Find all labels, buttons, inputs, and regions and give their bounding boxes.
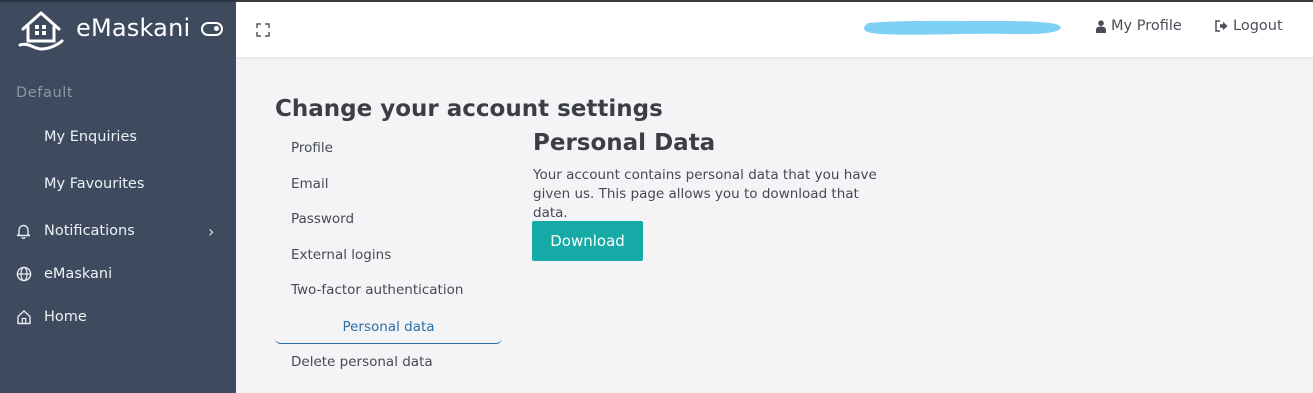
logout-label: Logout <box>1233 18 1283 34</box>
settings-nav-profile[interactable]: Profile <box>275 131 502 165</box>
settings-nav-two-factor[interactable]: Two-factor authentication <box>275 273 502 307</box>
logout-icon <box>1215 20 1228 32</box>
download-button[interactable]: Download <box>532 221 643 261</box>
settings-nav-delete-personal-data[interactable]: Delete personal data <box>275 345 502 379</box>
settings-nav-personal-data[interactable]: Personal data <box>275 310 502 344</box>
sidebar-item-my-enquiries[interactable]: My Enquiries <box>0 117 236 157</box>
sidebar-item-notifications[interactable]: Notifications › <box>0 211 236 251</box>
sidebar-item-label: Notifications <box>44 223 135 239</box>
sidebar-item-label: My Favourites <box>44 176 145 192</box>
redacted-username[interactable] <box>860 17 1064 39</box>
brand-name: eMaskani <box>76 14 191 42</box>
logout-link[interactable]: Logout <box>1215 18 1283 34</box>
bell-icon <box>15 223 32 240</box>
sidebar-item-home[interactable]: Home <box>0 297 236 337</box>
content-description: Your account contains personal data that… <box>533 167 877 221</box>
user-icon <box>1096 19 1106 33</box>
my-profile-link[interactable]: My Profile <box>1096 18 1182 34</box>
sidebar-item-label: eMaskani <box>44 266 113 282</box>
brand[interactable]: eMaskani <box>0 2 236 58</box>
my-profile-label: My Profile <box>1111 18 1182 34</box>
topbar: My Profile Logout <box>236 2 1313 58</box>
toggle-icon[interactable] <box>201 22 223 36</box>
sidebar-section-title: Default <box>16 85 74 101</box>
settings-nav-external-logins[interactable]: External logins <box>275 238 502 272</box>
home-icon <box>15 309 32 326</box>
globe-icon <box>15 266 32 283</box>
sidebar-item-my-favourites[interactable]: My Favourites <box>0 164 236 204</box>
sidebar-item-label: My Enquiries <box>44 129 137 145</box>
settings-nav-password[interactable]: Password <box>275 202 502 236</box>
fullscreen-icon[interactable] <box>256 23 270 37</box>
page-title: Change your account settings <box>275 96 663 122</box>
sidebar-item-label: Home <box>44 309 87 325</box>
house-hand-logo-icon <box>18 11 64 51</box>
sidebar-item-emaskani[interactable]: eMaskani <box>0 254 236 294</box>
chevron-right-icon: › <box>208 221 215 241</box>
settings-nav-email[interactable]: Email <box>275 167 502 201</box>
content-title: Personal Data <box>533 130 716 156</box>
sidebar: eMaskani Default My Enquiries My Favouri… <box>0 0 236 393</box>
